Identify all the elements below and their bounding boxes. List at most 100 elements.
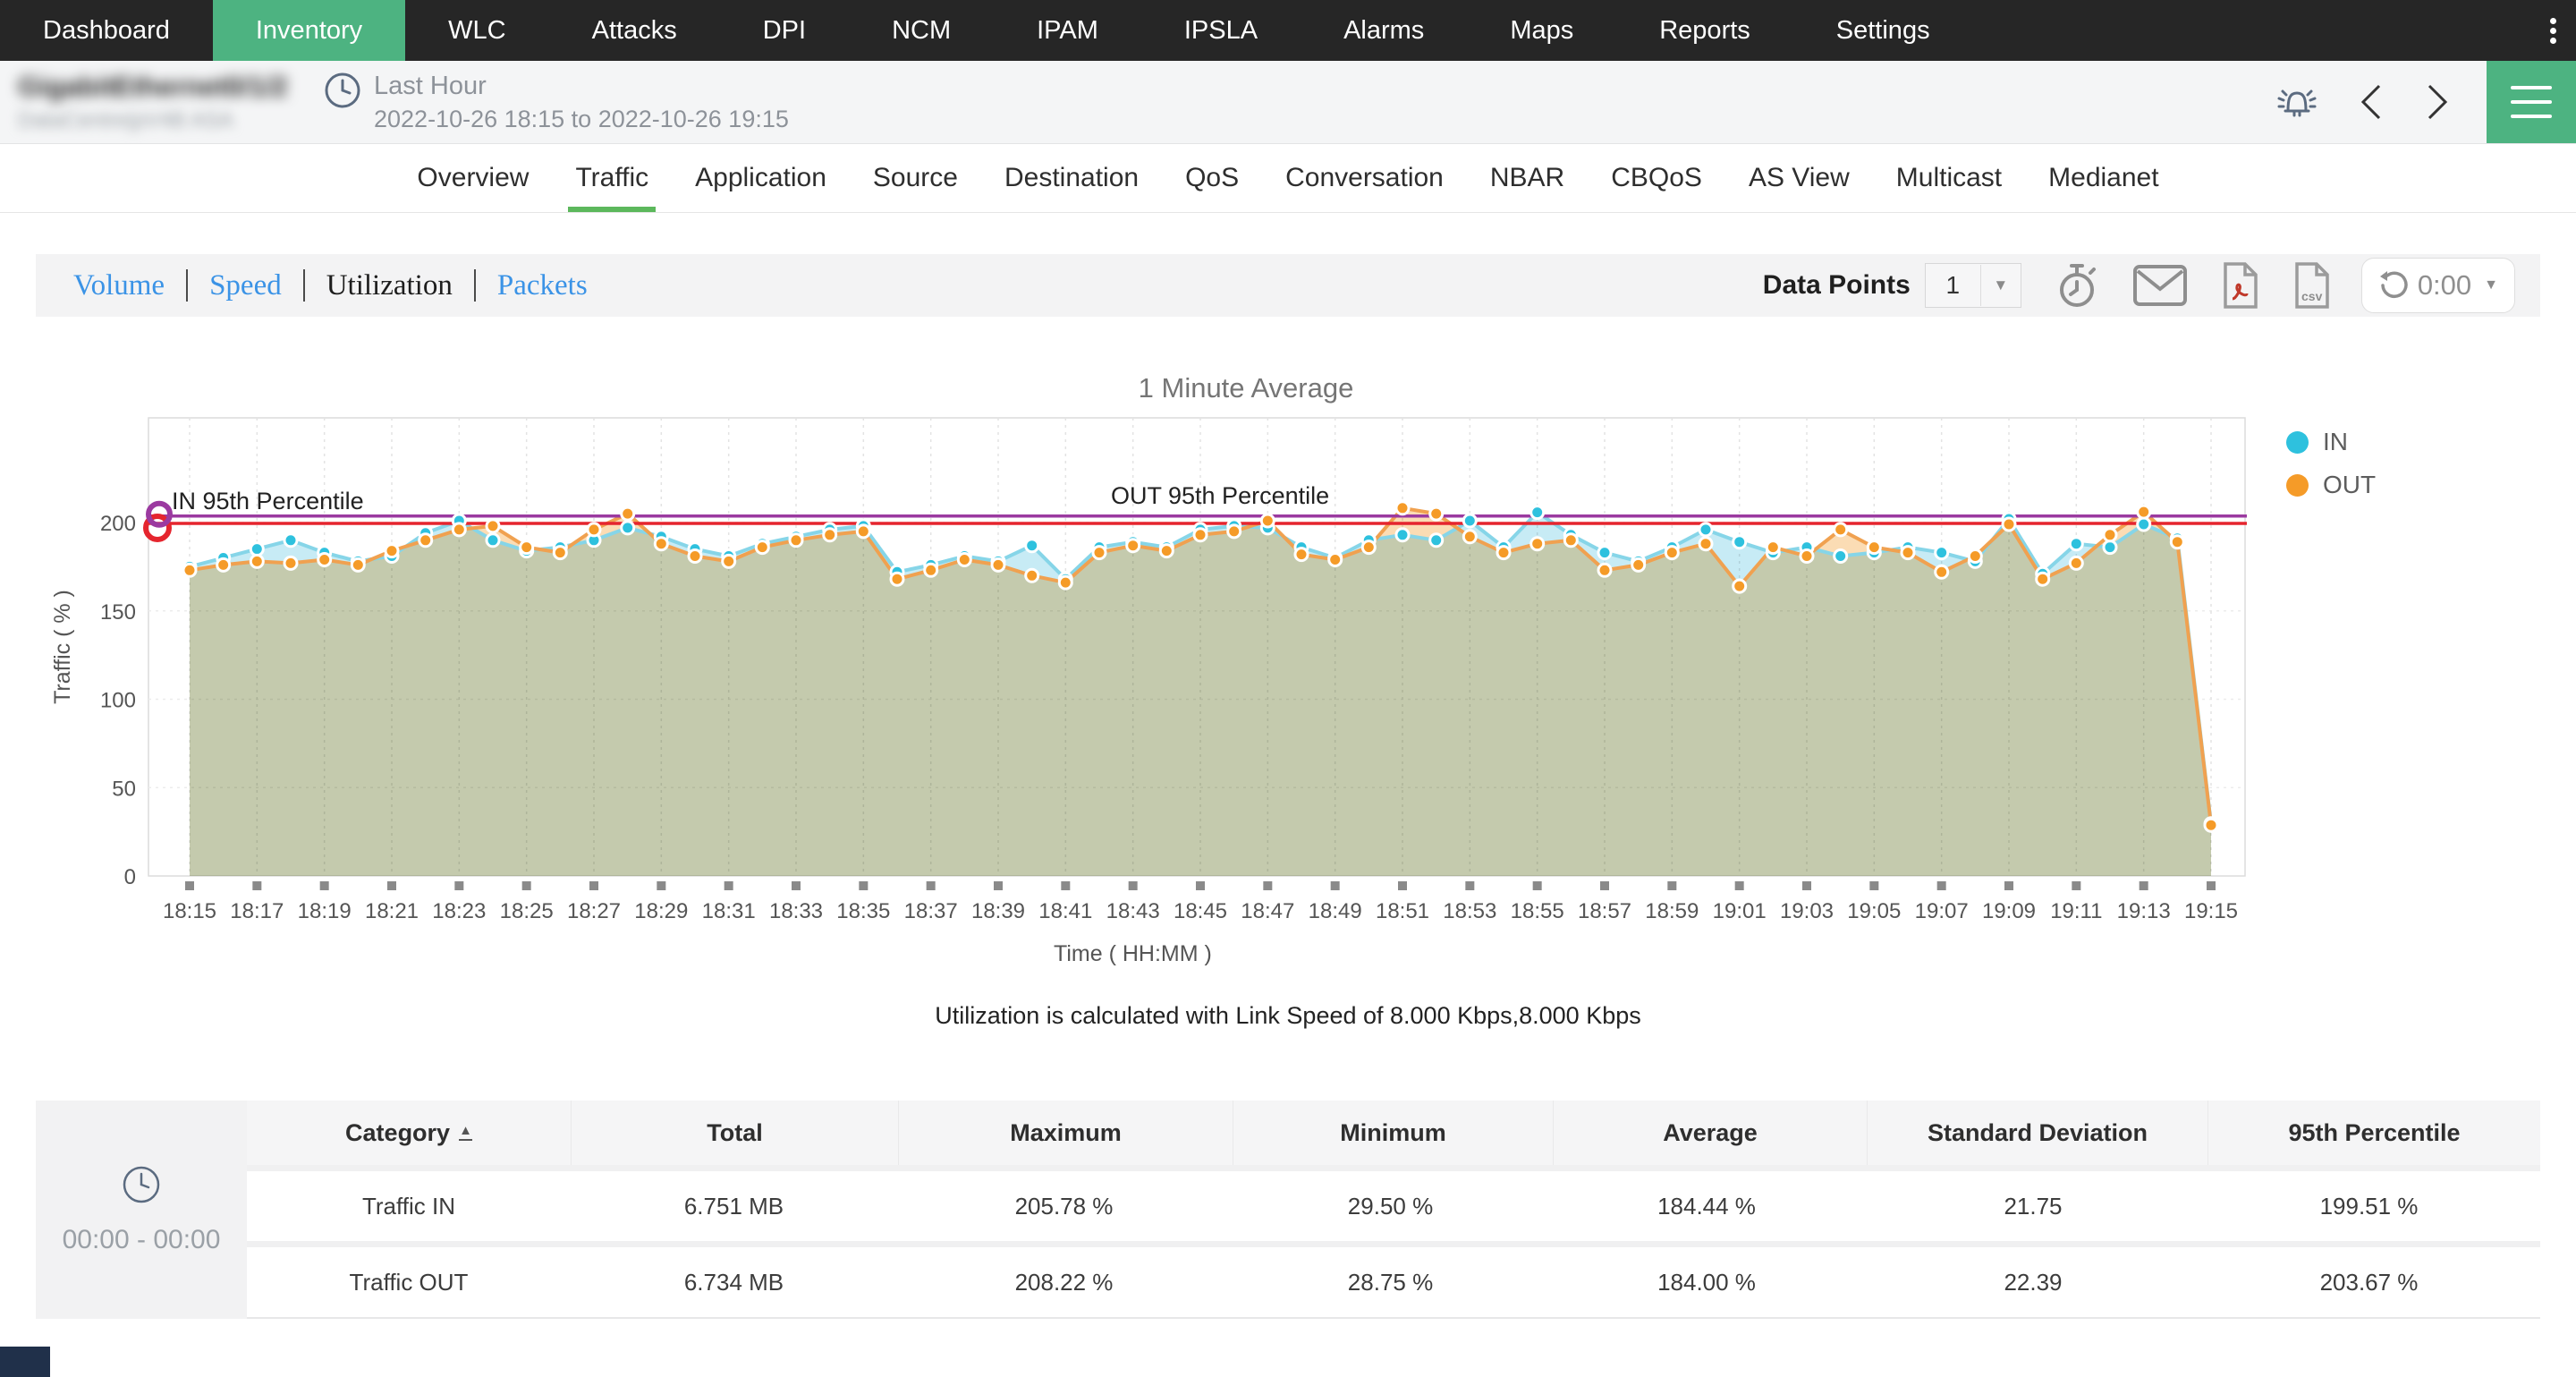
interface-header: GigabitEthernet0/1/2 DataCentre|pV4B ASA… xyxy=(0,61,2576,144)
x-tick-label: 18:23 xyxy=(432,899,486,923)
column-header-average[interactable]: Average xyxy=(1553,1101,1867,1165)
column-header-maximum[interactable]: Maximum xyxy=(898,1101,1233,1165)
row-value: 29.50 % xyxy=(1231,1171,1550,1241)
utilization-chart: 1 Minute Average 05010015020018:1518:171… xyxy=(0,317,2576,986)
legend-label: IN xyxy=(2323,428,2348,456)
tab-application[interactable]: Application xyxy=(672,144,850,212)
view-separator xyxy=(303,269,305,302)
row-value: 184.00 % xyxy=(1550,1247,1863,1317)
schedule-report-icon[interactable] xyxy=(2054,260,2100,310)
tab-source[interactable]: Source xyxy=(850,144,981,212)
row-value: 203.67 % xyxy=(2203,1247,2535,1317)
tab-multicast[interactable]: Multicast xyxy=(1873,144,2025,212)
hamburger-menu-icon[interactable] xyxy=(2487,61,2576,143)
nav-item-inventory[interactable]: Inventory xyxy=(213,0,405,61)
row-separator xyxy=(247,1165,2540,1171)
x-tick-label: 19:09 xyxy=(1982,899,2036,923)
row-value: 184.44 % xyxy=(1550,1171,1863,1241)
nav-item-reports[interactable]: Reports xyxy=(1616,0,1793,61)
tab-as-view[interactable]: AS View xyxy=(1725,144,1873,212)
x-tick-label: 18:35 xyxy=(836,899,890,923)
column-header-total[interactable]: Total xyxy=(571,1101,898,1165)
nav-item-wlc[interactable]: WLC xyxy=(405,0,548,61)
next-chevron-icon[interactable] xyxy=(2422,81,2453,123)
time-period[interactable]: Last Hour 2022-10-26 18:15 to 2022-10-26… xyxy=(324,72,789,133)
sort-arrow-icon[interactable]: ▲ xyxy=(459,1125,472,1141)
chat-widget-tab[interactable] xyxy=(0,1347,50,1377)
column-header-95th-percentile[interactable]: 95th Percentile xyxy=(2207,1101,2540,1165)
view-link-packets[interactable]: Packets xyxy=(497,269,588,302)
x-tick-label: 18:53 xyxy=(1443,899,1496,923)
tab-qos[interactable]: QoS xyxy=(1162,144,1262,212)
tab-overview[interactable]: Overview xyxy=(394,144,552,212)
table-time-range: 00:00 - 00:00 xyxy=(63,1225,221,1255)
tab-conversation[interactable]: Conversation xyxy=(1262,144,1467,212)
x-tick-label: 18:55 xyxy=(1511,899,1564,923)
nav-item-maps[interactable]: Maps xyxy=(1467,0,1616,61)
alarm-bell-icon[interactable] xyxy=(2274,79,2320,125)
email-report-icon[interactable] xyxy=(2132,264,2188,307)
row-value: 6.751 MB xyxy=(571,1171,897,1241)
previous-chevron-icon[interactable] xyxy=(2356,81,2386,123)
x-tick-label: 18:17 xyxy=(230,899,284,923)
nav-item-settings[interactable]: Settings xyxy=(1793,0,1973,61)
x-tick-label: 19:03 xyxy=(1780,899,1834,923)
tab-nbar[interactable]: NBAR xyxy=(1467,144,1588,212)
nav-item-dashboard[interactable]: Dashboard xyxy=(0,0,213,61)
legend-item-out[interactable]: OUT xyxy=(2286,471,2376,499)
auto-refresh-control[interactable]: 0:00 ▼ xyxy=(2361,258,2515,313)
tab-destination[interactable]: Destination xyxy=(981,144,1162,212)
table-time-cell: 00:00 - 00:00 xyxy=(36,1101,247,1319)
table-row: Traffic IN6.751 MB205.78 %29.50 %184.44 … xyxy=(247,1171,2540,1241)
x-tick-label: 18:37 xyxy=(904,899,958,923)
table-header-row: Category▲TotalMaximumMinimumAverageStand… xyxy=(247,1101,2540,1165)
nav-item-ncm[interactable]: NCM xyxy=(849,0,994,61)
legend-item-in[interactable]: IN xyxy=(2286,428,2376,456)
view-link-utilization[interactable]: Utilization xyxy=(326,269,453,302)
caret-down-icon: ▼ xyxy=(1981,276,2021,294)
x-tick-label: 18:41 xyxy=(1038,899,1092,923)
data-points-select[interactable]: 1 ▼ xyxy=(1925,263,2021,308)
period-range: 2022-10-26 18:15 to 2022-10-26 19:15 xyxy=(374,106,789,133)
tab-cbqos[interactable]: CBQoS xyxy=(1588,144,1725,212)
x-tick-label: 19:11 xyxy=(2050,899,2102,923)
device-name: DataCentre|pV4B ASA xyxy=(18,108,313,133)
more-options-kebab-icon[interactable] xyxy=(2530,0,2576,61)
legend-dot-icon xyxy=(2286,474,2309,497)
interface-name: GigabitEthernet0/1/2 xyxy=(18,71,313,103)
row-value: 21.75 xyxy=(1863,1171,2203,1241)
column-header-standard-deviation[interactable]: Standard Deviation xyxy=(1867,1101,2207,1165)
nav-item-alarms[interactable]: Alarms xyxy=(1301,0,1467,61)
x-tick-label: 19:15 xyxy=(2184,899,2238,923)
svg-text:50: 50 xyxy=(112,777,136,801)
clock-icon xyxy=(324,72,361,109)
x-tick-label: 18:45 xyxy=(1174,899,1227,923)
export-csv-icon[interactable]: csv xyxy=(2292,261,2331,310)
nav-item-ipsla[interactable]: IPSLA xyxy=(1141,0,1301,61)
tab-medianet[interactable]: Medianet xyxy=(2025,144,2182,212)
nav-item-dpi[interactable]: DPI xyxy=(720,0,849,61)
tab-traffic[interactable]: Traffic xyxy=(552,144,672,212)
row-category: Traffic IN xyxy=(247,1171,571,1241)
nav-item-ipam[interactable]: IPAM xyxy=(994,0,1141,61)
row-value: 6.734 MB xyxy=(571,1247,897,1317)
legend-label: OUT xyxy=(2323,471,2376,499)
data-points-value: 1 xyxy=(1926,265,1981,306)
x-tick-label: 18:39 xyxy=(971,899,1025,923)
export-pdf-icon[interactable] xyxy=(2220,261,2259,310)
row-value: 208.22 % xyxy=(897,1247,1231,1317)
view-link-speed[interactable]: Speed xyxy=(209,269,282,302)
out-95th-percentile-label: OUT 95th Percentile xyxy=(1111,482,1329,509)
column-header-minimum[interactable]: Minimum xyxy=(1233,1101,1553,1165)
row-value: 205.78 % xyxy=(897,1171,1231,1241)
column-header-category[interactable]: Category▲ xyxy=(247,1101,571,1165)
view-separator xyxy=(186,269,188,302)
nav-item-attacks[interactable]: Attacks xyxy=(549,0,720,61)
x-tick-label: 18:33 xyxy=(769,899,823,923)
x-tick-label: 19:05 xyxy=(1847,899,1901,923)
svg-text:200: 200 xyxy=(100,512,136,536)
view-link-volume[interactable]: Volume xyxy=(73,269,165,302)
top-navigation: DashboardInventoryWLCAttacksDPINCMIPAMIP… xyxy=(0,0,2576,61)
period-label: Last Hour xyxy=(374,72,789,101)
x-tick-label: 18:25 xyxy=(500,899,554,923)
